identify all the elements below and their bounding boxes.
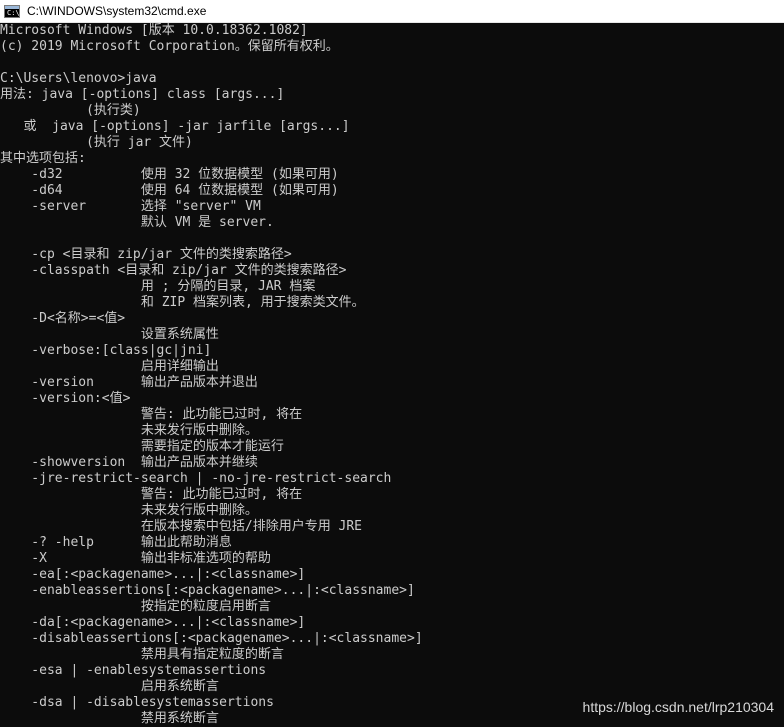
window-title: C:\WINDOWS\system32\cmd.exe — [27, 4, 207, 18]
console-line: 禁用具有指定粒度的断言 — [0, 647, 284, 662]
console-line: 用法: java [-options] class [args...] — [0, 87, 285, 102]
console-line: (c) 2019 Microsoft Corporation。保留所有权利。 — [0, 39, 339, 54]
console-line: -cp <目录和 zip/jar 文件的类搜索路径> — [0, 247, 292, 262]
console-line: -? -help 输出此帮助消息 — [0, 535, 232, 550]
console-line: 未来发行版中删除。 — [0, 423, 258, 438]
console-line: 警告: 此功能已过时, 将在 — [0, 407, 303, 422]
console-line: 设置系统属性 — [0, 327, 219, 342]
console-line: 需要指定的版本才能运行 — [0, 439, 284, 454]
console-line: 启用详细输出 — [0, 359, 219, 374]
console-line: -disableassertions[:<packagename>...|:<c… — [0, 631, 423, 646]
console-line: 警告: 此功能已过时, 将在 — [0, 487, 303, 502]
console-line: -dsa | -disablesystemassertions — [0, 695, 274, 710]
console-line: (执行类) — [0, 103, 141, 118]
console-line: 在版本搜索中包括/排除用户专用 JRE — [0, 519, 363, 534]
console-line: -ea[:<packagename>...|:<classname>] — [0, 567, 306, 582]
console-line: -D<名称>=<值> — [0, 311, 126, 326]
console-line: 启用系统断言 — [0, 679, 219, 694]
console-line: -server 选择 "server" VM — [0, 199, 261, 214]
console-line: -enableassertions[:<packagename>...|:<cl… — [0, 583, 415, 598]
console-line: -d32 使用 32 位数据模型 (如果可用) — [0, 167, 339, 182]
cmd-window-icon[interactable]: C:\ — [4, 4, 20, 18]
window-titlebar[interactable]: C:\ C:\WINDOWS\system32\cmd.exe — [0, 0, 784, 23]
console-line: -verbose:[class|gc|jni] — [0, 343, 212, 358]
console-line: 默认 VM 是 server. — [0, 215, 274, 230]
console-line: 或 java [-options] -jar jarfile [args...] — [0, 119, 350, 134]
cmd-icon-glyph: C:\ — [7, 8, 20, 17]
console-line: -version 输出产品版本并退出 — [0, 375, 258, 390]
console-line: 按指定的粒度启用断言 — [0, 599, 271, 614]
console-line: -da[:<packagename>...|:<classname>] — [0, 615, 306, 630]
console-line: 用 ; 分隔的目录, JAR 档案 — [0, 279, 316, 294]
console-line: -version:<值> — [0, 391, 131, 406]
console-line: Microsoft Windows [版本 10.0.18362.1082] — [0, 23, 308, 38]
console-line: -showversion 输出产品版本并继续 — [0, 455, 258, 470]
console-line: 未来发行版中删除。 — [0, 503, 258, 518]
console-line: -d64 使用 64 位数据模型 (如果可用) — [0, 183, 339, 198]
console-line: -esa | -enablesystemassertions — [0, 663, 267, 678]
console-line: C:\Users\lenovo>java — [0, 71, 157, 86]
console-line: -classpath <目录和 zip/jar 文件的类搜索路径> — [0, 263, 347, 278]
console-line: -jre-restrict-search | -no-jre-restrict-… — [0, 471, 392, 486]
console-output[interactable]: Microsoft Windows [版本 10.0.18362.1082] (c… — [0, 23, 784, 727]
console-line: 和 ZIP 档案列表, 用于搜索类文件。 — [0, 295, 365, 310]
console-line: 其中选项包括: — [0, 151, 86, 166]
watermark-text: https://blog.csdn.net/lrp210304 — [582, 699, 774, 715]
console-line: 禁用系统断言 — [0, 711, 219, 726]
console-line: (执行 jar 文件) — [0, 135, 193, 150]
console-line: -X 输出非标准选项的帮助 — [0, 551, 271, 566]
